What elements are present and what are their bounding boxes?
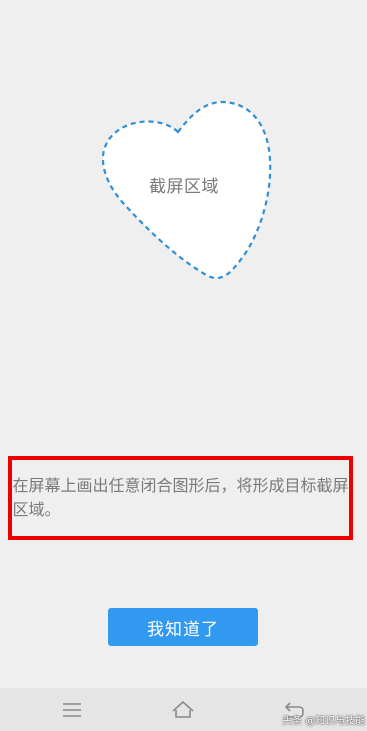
instruction-highlight-box: 在屏幕上画出任意闭合图形后，将形成目标截屏区域。 bbox=[8, 456, 353, 540]
instruction-text: 在屏幕上画出任意闭合图形后，将形成目标截屏区域。 bbox=[12, 476, 349, 519]
screenshot-area-demo: 截屏区域 bbox=[0, 0, 367, 300]
home-icon[interactable] bbox=[171, 698, 195, 722]
watermark: 头条 @知识与技能 bbox=[282, 716, 366, 727]
screenshot-area-label: 截屏区域 bbox=[149, 177, 219, 197]
got-it-button[interactable]: 我知道了 bbox=[108, 608, 258, 646]
menu-icon[interactable] bbox=[60, 698, 84, 722]
